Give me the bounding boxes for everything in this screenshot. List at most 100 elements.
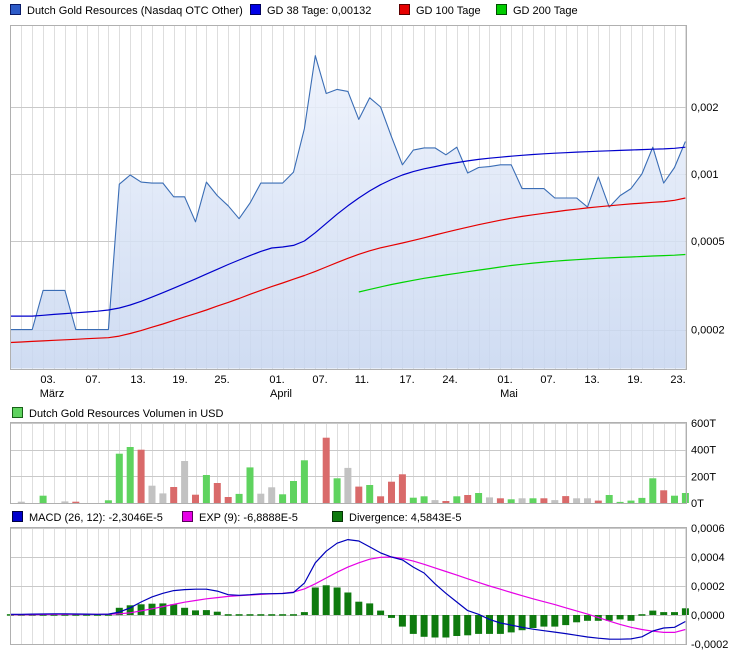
legend-label: Divergence: 4,5843E-5 <box>349 512 462 524</box>
divergence-bar <box>138 604 145 615</box>
divergence-bar <box>671 612 678 615</box>
legend-swatch-icon <box>12 511 23 522</box>
volume-legend: Dutch Gold Resources Volumen in USD <box>0 407 739 422</box>
divergence-bar <box>366 603 373 615</box>
date-tick-label: 01. <box>269 374 284 386</box>
price-area-fill <box>10 56 685 369</box>
volume-y-axis-labels: 600T400T200T0T <box>691 418 716 510</box>
y-axis-tick-label: 0,0004 <box>691 552 725 564</box>
divergence-bar <box>628 615 635 621</box>
y-axis-tick-label: -0,0002 <box>691 639 728 651</box>
volume-bar <box>584 498 591 503</box>
divergence-bar <box>649 611 656 615</box>
date-tick-label: 24. <box>442 374 457 386</box>
legend-item: Dutch Gold Resources Volumen in USD <box>12 407 223 420</box>
volume-bar <box>257 494 264 503</box>
volume-bar <box>236 494 243 503</box>
volume-bar <box>268 487 275 503</box>
divergence-bar <box>464 615 471 635</box>
legend-item: MACD (26, 12): -2,3046E-5 <box>12 511 163 524</box>
date-tick-label: 13. <box>130 374 145 386</box>
divergence-bar <box>475 615 482 634</box>
y-axis-tick-label: 200T <box>691 471 716 483</box>
date-tick-label: 07. <box>540 374 555 386</box>
chart-canvas: 0,0020,0010,00050,0002600T400T200T0T0,00… <box>0 0 739 665</box>
date-tick-label: 23. <box>670 374 685 386</box>
date-tick-label: 17. <box>399 374 414 386</box>
date-tick-label: 19. <box>627 374 642 386</box>
divergence-bar <box>170 604 177 615</box>
divergence-bar <box>388 615 395 618</box>
legend-item: EXP (9): -6,8888E-5 <box>182 511 298 524</box>
x-axis-date-labels: 03.07.13.19.25.01.07.11.17.24.01.07.13.1… <box>40 374 686 400</box>
volume-bar <box>334 478 341 503</box>
divergence-bar <box>540 615 547 627</box>
volume-bar <box>181 461 188 503</box>
date-tick-label: 01. <box>497 374 512 386</box>
divergence-bar <box>660 612 667 615</box>
volume-bar <box>72 502 79 503</box>
divergence-bar <box>584 615 591 621</box>
divergence-bar <box>312 588 319 616</box>
legend-swatch-icon <box>399 4 410 15</box>
y-axis-tick-label: 0,0005 <box>691 236 725 248</box>
legend-swatch-icon <box>332 511 343 522</box>
divergence-bar <box>247 614 254 616</box>
divergence-bar <box>410 615 417 634</box>
legend-swatch-icon <box>12 407 23 418</box>
volume-bar <box>475 493 482 503</box>
volume-bar <box>410 498 417 503</box>
divergence-bar <box>236 614 243 616</box>
volume-bar <box>421 496 428 503</box>
divergence-bar <box>432 615 439 638</box>
divergence-bar <box>268 614 275 616</box>
legend-label: GD 38 Tage: 0,00132 <box>267 5 371 17</box>
date-tick-label: 25. <box>214 374 229 386</box>
divergence-bar <box>453 615 460 636</box>
legend-label: Dutch Gold Resources Volumen in USD <box>29 408 223 420</box>
volume-bar <box>682 493 689 503</box>
legend-label: GD 200 Tage <box>513 5 578 17</box>
price-legend: Dutch Gold Resources (Nasdaq OTC Other)G… <box>0 4 739 19</box>
legend-item: GD 100 Tage <box>399 4 481 17</box>
volume-bar <box>203 475 210 503</box>
legend-swatch-icon <box>10 4 21 15</box>
volume-bar <box>551 500 558 503</box>
volume-bar <box>279 494 286 503</box>
volume-bar <box>540 498 547 503</box>
volume-bar <box>628 501 635 503</box>
divergence-bar <box>638 614 645 616</box>
volume-bar <box>18 502 25 503</box>
legend-label: EXP (9): -6,8888E-5 <box>199 512 298 524</box>
volume-bar <box>127 447 134 503</box>
macd-line <box>10 540 685 640</box>
date-tick-label: 19. <box>172 374 187 386</box>
divergence-bar <box>301 612 308 615</box>
volume-bar <box>344 468 351 503</box>
divergence-bar <box>551 615 558 627</box>
macd-legend: MACD (26, 12): -2,3046E-5 EXP (9): -6,888… <box>0 511 739 526</box>
volume-bar <box>432 500 439 503</box>
volume-bar <box>388 482 395 503</box>
volume-bar <box>159 493 166 503</box>
date-tick-label: 03. <box>40 374 55 386</box>
volume-bar <box>464 495 471 503</box>
divergence-bar <box>225 614 232 616</box>
divergence-bar <box>159 603 166 615</box>
divergence-bar <box>257 614 264 616</box>
volume-bar <box>562 496 569 503</box>
volume-bar <box>453 496 460 503</box>
volume-bar <box>61 501 68 503</box>
y-axis-tick-label: 0,001 <box>691 169 719 181</box>
volume-bar <box>508 499 515 503</box>
volume-bar <box>290 481 297 503</box>
divergence-bar <box>181 608 188 615</box>
volume-bar <box>323 438 330 503</box>
divergence-bar <box>508 615 515 632</box>
y-axis-tick-label: 0T <box>691 498 704 510</box>
macd-vertical-gridlines <box>11 527 686 644</box>
volume-bar <box>595 501 602 503</box>
volume-bar <box>214 483 221 503</box>
volume-bar <box>497 498 504 503</box>
volume-bar <box>377 496 384 503</box>
